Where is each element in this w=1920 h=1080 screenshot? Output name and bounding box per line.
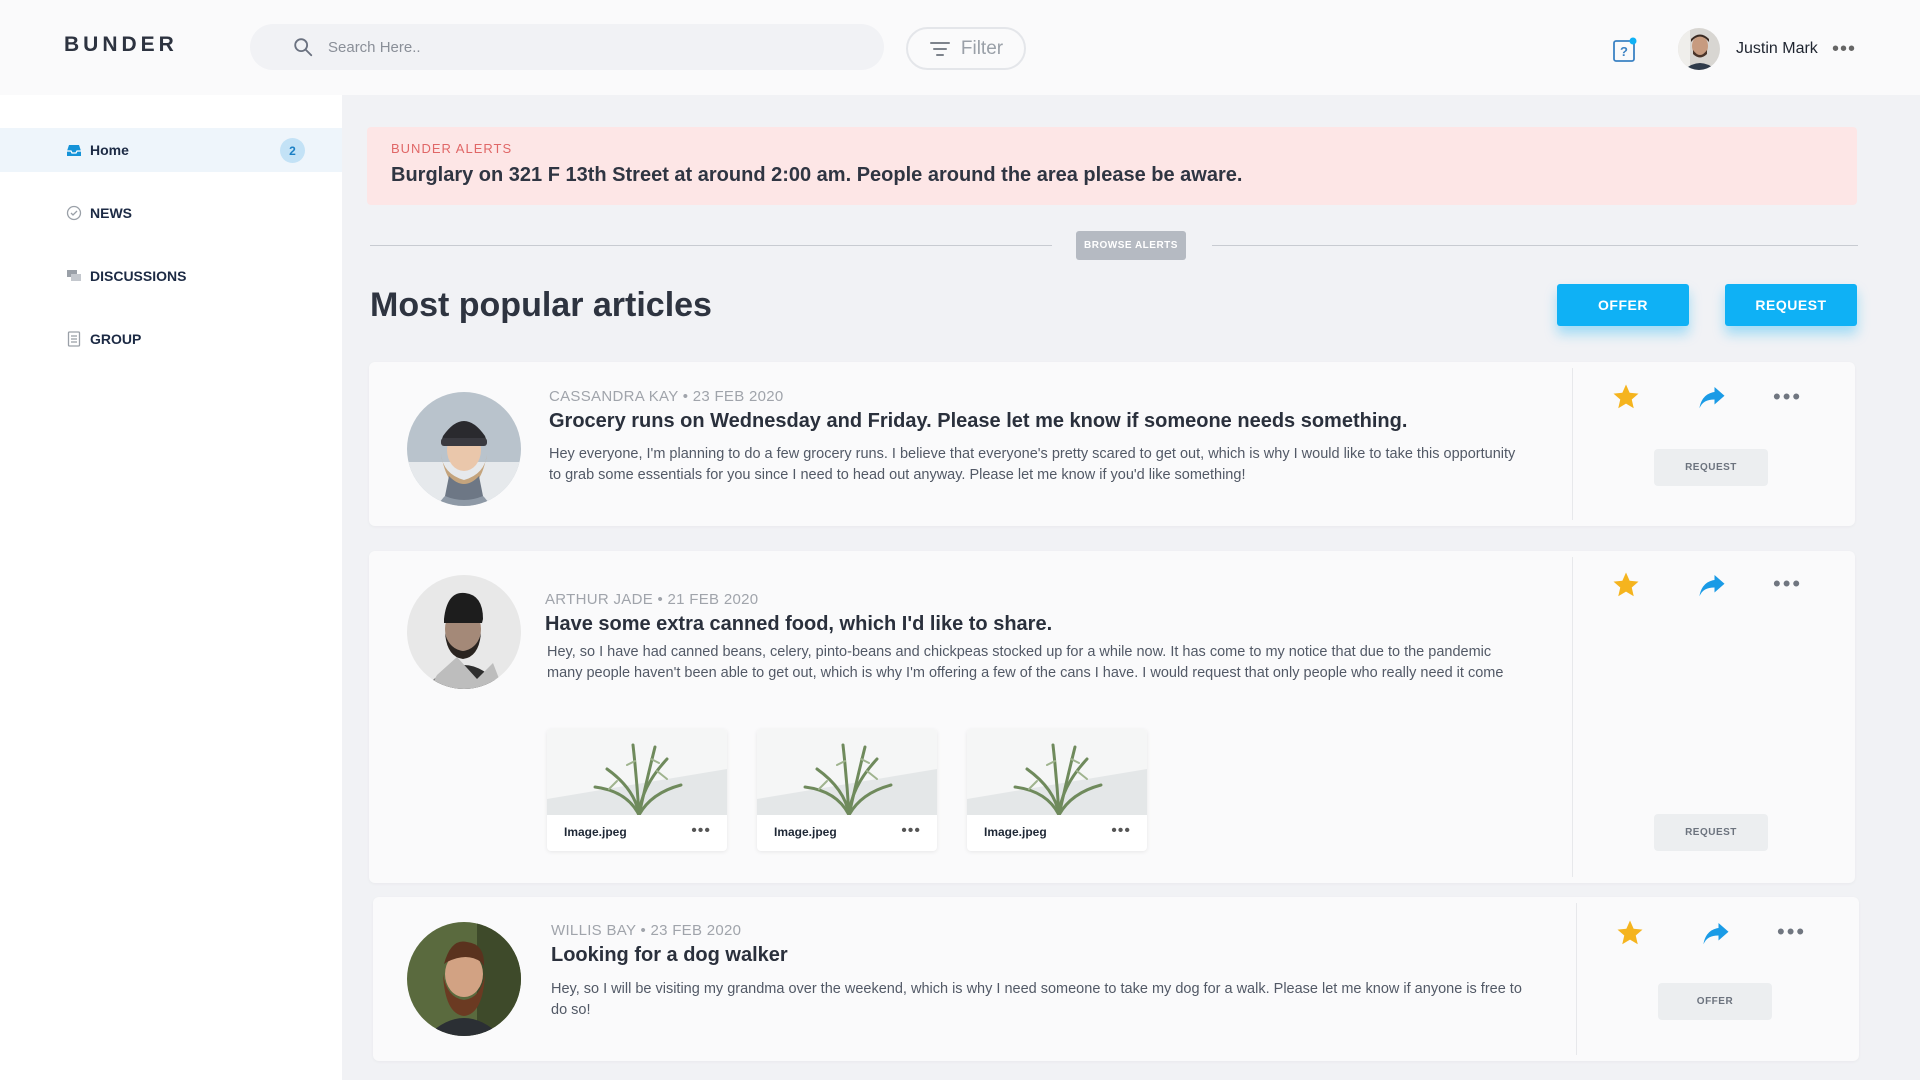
offer-action-button[interactable]: OFFER [1658,983,1772,1020]
article-body: Hey, so I will be visiting my grandma ov… [551,981,1522,1018]
filter-button[interactable]: Filter [906,27,1026,70]
article-card[interactable]: ARTHUR JADE • 21 FEB 2020 Have some extr… [369,551,1855,883]
sidebar-item-news[interactable]: NEWS [0,191,342,235]
article-card[interactable]: WILLIS BAY • 23 FEB 2020 Looking for a d… [373,897,1859,1061]
help-notification-icon[interactable]: ? [1612,37,1638,63]
sidebar-item-group[interactable]: GROUP [0,317,342,361]
share-icon[interactable] [1701,918,1731,948]
star-icon[interactable] [1611,382,1641,412]
article-meta: WILLIS BAY • 23 FEB 2020 [551,922,742,939]
plant-image [547,729,727,815]
attachment-filename: Image.jpeg [774,825,837,839]
sidebar-item-home[interactable]: Home 2 [0,128,342,172]
alert-label: BUNDER ALERTS [391,141,513,156]
app-logo[interactable]: BUNDER [64,33,178,57]
check-circle-icon [66,205,82,221]
filter-icon [929,41,950,56]
star-icon[interactable] [1615,918,1645,948]
request-action-button[interactable]: REQUEST [1654,814,1768,851]
attachment-more-icon[interactable]: ••• [901,823,921,839]
sidebar: Home 2 NEWS DISCUSSIONS GROUP [0,95,342,1080]
divider-right [1212,245,1858,246]
inbox-icon [66,142,82,158]
sidebar-item-label: Home [90,142,129,158]
article-title[interactable]: Have some extra canned food, which I'd l… [545,613,1052,636]
divider-left [370,245,1052,246]
star-icon[interactable] [1611,570,1641,600]
article-body: Hey everyone, I'm planning to do a few g… [549,446,1516,483]
user-menu-more-icon[interactable]: ••• [1832,39,1856,59]
search-input[interactable] [328,38,848,56]
alert-banner[interactable]: BUNDER ALERTS Burglary on 321 F 13th Str… [367,127,1857,205]
more-options-icon[interactable]: ••• [1777,921,1806,943]
sidebar-item-label: GROUP [90,331,142,347]
top-header: BUNDER Filter ? Justin Mark ••• [0,0,1920,95]
alert-text: Burglary on 321 F 13th Street at around … [391,164,1243,186]
attachment-more-icon[interactable]: ••• [691,823,711,839]
share-icon[interactable] [1697,382,1727,412]
attachment-card[interactable]: Image.jpeg ••• [547,729,727,851]
article-title[interactable]: Grocery runs on Wednesday and Friday. Pl… [549,410,1407,433]
request-button[interactable]: REQUEST [1725,284,1857,326]
author-avatar[interactable] [407,575,521,689]
attachment-filename: Image.jpeg [984,825,1047,839]
card-divider [1572,368,1573,520]
svg-text:?: ? [1620,44,1628,59]
browse-alerts-button[interactable]: BROWSE ALERTS [1076,231,1186,260]
article-title[interactable]: Looking for a dog walker [551,944,788,967]
author-avatar[interactable] [407,922,521,1036]
article-meta: ARTHUR JADE • 21 FEB 2020 [545,591,759,608]
sidebar-item-label: NEWS [90,205,132,221]
more-options-icon[interactable]: ••• [1773,386,1802,408]
article-card[interactable]: CASSANDRA KAY • 23 FEB 2020 Grocery runs… [369,362,1855,526]
attachment-more-icon[interactable]: ••• [1111,823,1131,839]
notification-count-badge: 2 [280,138,305,163]
article-body: Hey, so I have had canned beans, celery,… [547,644,1504,681]
plant-image [757,729,937,815]
attachment-card[interactable]: Image.jpeg ••• [757,729,937,851]
author-avatar[interactable] [407,392,521,506]
offer-button[interactable]: OFFER [1557,284,1689,326]
user-avatar[interactable] [1678,28,1720,70]
card-divider [1576,903,1577,1055]
card-divider [1572,557,1573,877]
filter-label: Filter [960,37,1004,59]
sidebar-item-label: DISCUSSIONS [90,268,187,284]
chat-icon [66,268,82,284]
share-icon[interactable] [1697,570,1727,600]
plant-image [967,729,1147,815]
document-icon [66,331,82,347]
attachment-card[interactable]: Image.jpeg ••• [967,729,1147,851]
user-name[interactable]: Justin Mark [1736,40,1818,58]
request-action-button[interactable]: REQUEST [1654,449,1768,486]
search-bar[interactable] [250,24,884,70]
more-options-icon[interactable]: ••• [1773,573,1802,595]
attachment-filename: Image.jpeg [564,825,627,839]
section-title: Most popular articles [370,286,712,324]
sidebar-item-discussions[interactable]: DISCUSSIONS [0,254,342,298]
search-icon [294,38,313,57]
article-meta: CASSANDRA KAY • 23 FEB 2020 [549,388,784,405]
